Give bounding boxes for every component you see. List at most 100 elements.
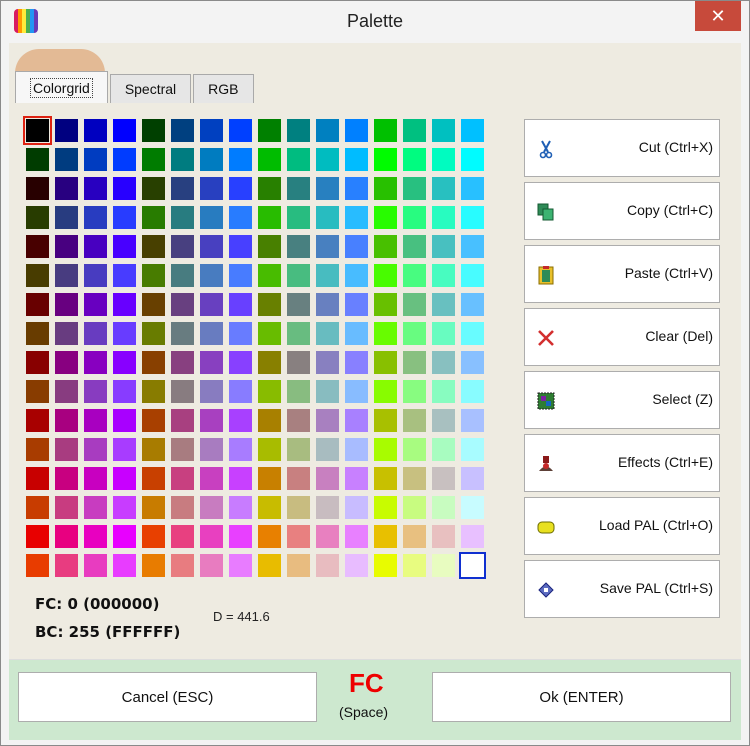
color-swatch[interactable]: [229, 351, 252, 374]
color-swatch[interactable]: [229, 438, 252, 461]
color-swatch[interactable]: [432, 119, 455, 142]
color-swatch[interactable]: [229, 409, 252, 432]
color-swatch[interactable]: [113, 293, 136, 316]
color-swatch[interactable]: [258, 264, 281, 287]
color-swatch[interactable]: [287, 206, 310, 229]
color-swatch[interactable]: [374, 438, 397, 461]
color-swatch[interactable]: [374, 496, 397, 519]
color-swatch[interactable]: [171, 148, 194, 171]
color-swatch[interactable]: [345, 525, 368, 548]
color-swatch[interactable]: [258, 351, 281, 374]
color-swatch[interactable]: [258, 322, 281, 345]
color-swatch[interactable]: [287, 148, 310, 171]
color-swatch[interactable]: [200, 554, 223, 577]
color-swatch[interactable]: [84, 380, 107, 403]
color-swatch[interactable]: [432, 351, 455, 374]
cut-button[interactable]: Cut (Ctrl+X): [524, 119, 720, 177]
copy-button[interactable]: Copy (Ctrl+C): [524, 182, 720, 240]
color-swatch[interactable]: [142, 206, 165, 229]
color-swatch[interactable]: [403, 525, 426, 548]
color-swatch[interactable]: [229, 525, 252, 548]
color-swatch[interactable]: [403, 467, 426, 490]
color-swatch[interactable]: [461, 467, 484, 490]
color-swatch[interactable]: [316, 148, 339, 171]
color-swatch[interactable]: [142, 235, 165, 258]
color-swatch[interactable]: [461, 264, 484, 287]
color-swatch[interactable]: [26, 467, 49, 490]
color-swatch[interactable]: [113, 438, 136, 461]
save-pal-button[interactable]: Save PAL (Ctrl+S): [524, 560, 720, 618]
color-swatch[interactable]: [316, 322, 339, 345]
color-swatch[interactable]: [200, 119, 223, 142]
color-swatch[interactable]: [55, 322, 78, 345]
color-swatch[interactable]: [432, 554, 455, 577]
color-swatch[interactable]: [316, 525, 339, 548]
color-swatch[interactable]: [403, 235, 426, 258]
color-swatch[interactable]: [374, 264, 397, 287]
color-swatch[interactable]: [113, 235, 136, 258]
color-swatch[interactable]: [229, 264, 252, 287]
color-swatch[interactable]: [345, 409, 368, 432]
color-swatch[interactable]: [142, 380, 165, 403]
color-swatch[interactable]: [403, 264, 426, 287]
color-swatch[interactable]: [84, 235, 107, 258]
color-swatch[interactable]: [23, 116, 52, 145]
color-swatch[interactable]: [26, 409, 49, 432]
color-swatch[interactable]: [229, 554, 252, 577]
color-swatch[interactable]: [55, 206, 78, 229]
color-swatch[interactable]: [84, 322, 107, 345]
color-swatch[interactable]: [461, 496, 484, 519]
paste-button[interactable]: Paste (Ctrl+V): [524, 245, 720, 303]
tab-rgb[interactable]: RGB: [193, 74, 254, 103]
color-swatch[interactable]: [113, 351, 136, 374]
color-swatch[interactable]: [258, 525, 281, 548]
color-swatch[interactable]: [26, 177, 49, 200]
color-swatch[interactable]: [26, 206, 49, 229]
color-swatch[interactable]: [374, 409, 397, 432]
color-swatch[interactable]: [258, 148, 281, 171]
color-swatch[interactable]: [461, 409, 484, 432]
color-swatch[interactable]: [26, 293, 49, 316]
color-swatch[interactable]: [171, 119, 194, 142]
color-swatch[interactable]: [432, 206, 455, 229]
color-swatch[interactable]: [287, 467, 310, 490]
color-swatch[interactable]: [432, 148, 455, 171]
color-swatch[interactable]: [287, 554, 310, 577]
color-swatch[interactable]: [200, 264, 223, 287]
color-swatch[interactable]: [171, 264, 194, 287]
color-swatch[interactable]: [403, 293, 426, 316]
color-swatch[interactable]: [459, 552, 486, 579]
color-swatch[interactable]: [55, 177, 78, 200]
color-swatch[interactable]: [142, 177, 165, 200]
color-swatch[interactable]: [113, 496, 136, 519]
color-swatch[interactable]: [258, 409, 281, 432]
color-swatch[interactable]: [432, 467, 455, 490]
color-swatch[interactable]: [26, 148, 49, 171]
color-swatch[interactable]: [55, 554, 78, 577]
color-swatch[interactable]: [316, 119, 339, 142]
color-swatch[interactable]: [374, 380, 397, 403]
color-swatch[interactable]: [432, 235, 455, 258]
color-swatch[interactable]: [84, 467, 107, 490]
color-swatch[interactable]: [229, 467, 252, 490]
color-swatch[interactable]: [345, 322, 368, 345]
color-swatch[interactable]: [403, 206, 426, 229]
color-swatch[interactable]: [461, 293, 484, 316]
color-swatch[interactable]: [287, 322, 310, 345]
color-swatch[interactable]: [200, 206, 223, 229]
load-pal-button[interactable]: Load PAL (Ctrl+O): [524, 497, 720, 555]
color-swatch[interactable]: [84, 438, 107, 461]
color-swatch[interactable]: [200, 351, 223, 374]
color-swatch[interactable]: [200, 409, 223, 432]
color-swatch[interactable]: [374, 554, 397, 577]
color-swatch[interactable]: [461, 322, 484, 345]
effects-button[interactable]: Effects (Ctrl+E): [524, 434, 720, 492]
color-swatch[interactable]: [55, 438, 78, 461]
color-swatch[interactable]: [200, 438, 223, 461]
color-swatch[interactable]: [345, 293, 368, 316]
color-swatch[interactable]: [171, 467, 194, 490]
color-swatch[interactable]: [316, 206, 339, 229]
color-swatch[interactable]: [113, 554, 136, 577]
tab-colorgrid[interactable]: Colorgrid: [15, 71, 108, 103]
color-swatch[interactable]: [229, 177, 252, 200]
